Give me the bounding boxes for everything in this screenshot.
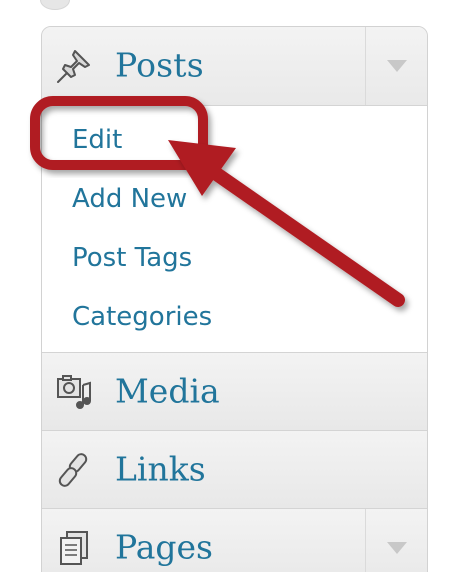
menu-label-media: Media	[115, 370, 220, 410]
menu-item-media[interactable]: Media	[42, 353, 427, 431]
menu-label-links: Links	[115, 448, 206, 488]
media-icon	[54, 372, 94, 412]
pushpin-icon	[54, 46, 94, 86]
posts-expand-toggle[interactable]	[365, 27, 427, 105]
submenu-item-edit[interactable]: Edit	[42, 110, 427, 169]
menu-item-pages[interactable]: Pages	[42, 509, 427, 572]
chain-link-icon	[54, 450, 94, 490]
chevron-down-icon	[386, 60, 407, 72]
menu-item-links[interactable]: Links	[42, 431, 427, 509]
pages-expand-toggle[interactable]	[365, 509, 427, 572]
admin-sidebar-menu: Posts Edit Add New Post Tags Categories	[41, 26, 428, 572]
posts-submenu: Edit Add New Post Tags Categories	[42, 106, 427, 353]
submenu-item-add-new[interactable]: Add New	[42, 169, 427, 228]
chevron-down-icon	[386, 541, 407, 554]
menu-label-pages: Pages	[115, 526, 213, 566]
screenshot-stage: Posts Edit Add New Post Tags Categories	[0, 0, 467, 572]
menu-label-posts: Posts	[115, 45, 204, 85]
scroll-nub	[40, 0, 70, 10]
pages-icon	[54, 528, 94, 568]
menu-item-posts[interactable]: Posts	[42, 27, 427, 106]
submenu-item-post-tags[interactable]: Post Tags	[42, 228, 427, 287]
submenu-item-categories[interactable]: Categories	[42, 287, 427, 346]
